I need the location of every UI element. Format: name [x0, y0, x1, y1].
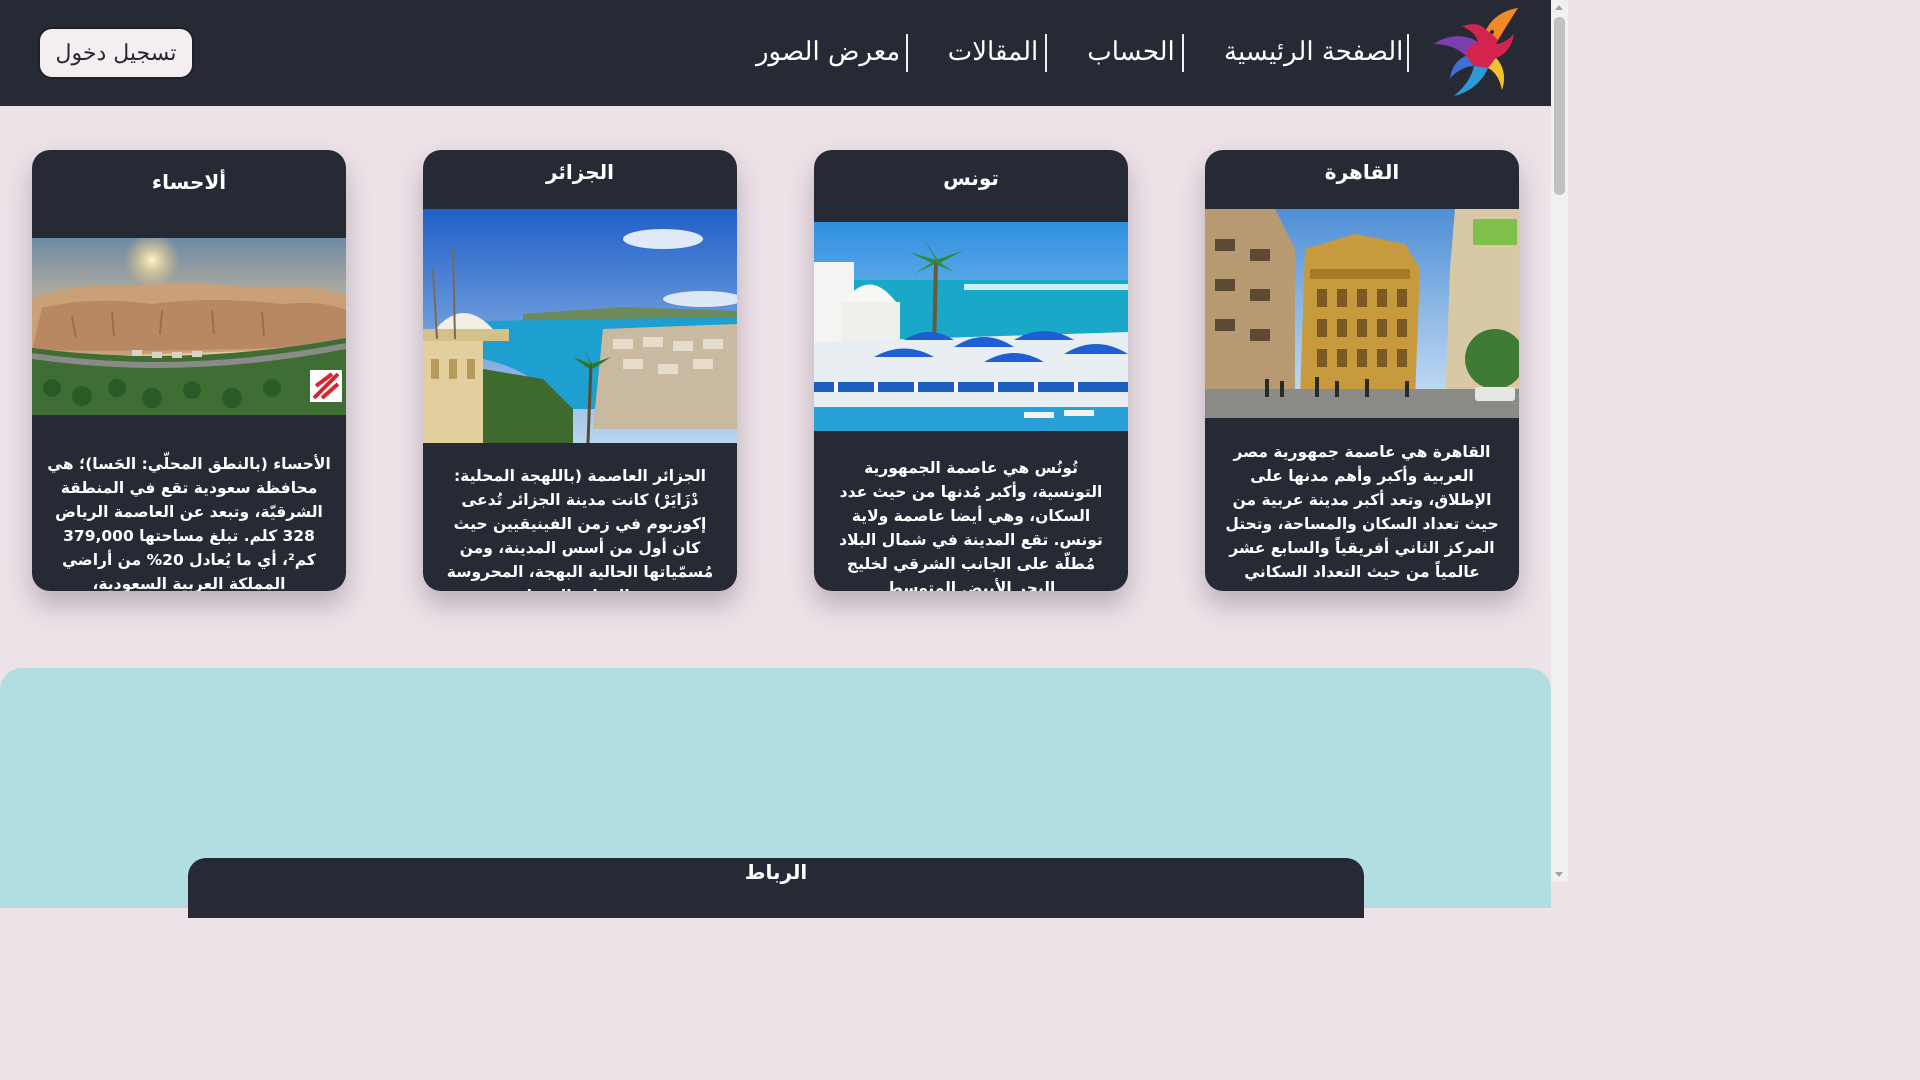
card-title: ألاحساء [151, 170, 227, 194]
vertical-scrollbar[interactable] [1551, 0, 1568, 882]
phoenix-logo-icon[interactable] [1426, 4, 1524, 100]
nav-articles-link[interactable]: المقالات [946, 30, 1040, 74]
card-description: تُونُس هي عاصمة الجمهورية التونسية، وأكب… [839, 459, 1103, 591]
nav-gallery-link[interactable]: معرض الصور [756, 30, 900, 74]
card-title: الرباط [744, 860, 808, 884]
nav-divider [1182, 34, 1184, 72]
card-description: الأحساء (بالنطق المحلّي: الحَسا)؛ هي محا… [47, 455, 331, 591]
tunis-sidi-bou-said-photo-icon [814, 222, 1128, 431]
algiers-bay-photo-icon [423, 209, 737, 443]
city-card-tunis[interactable]: تونس تُونُس هي عاصمة الجمهورية التونسية،… [814, 150, 1128, 591]
nav-account-link[interactable]: الحساب [1086, 30, 1176, 74]
nav-home-link[interactable]: الصفحة الرئيسية [1224, 30, 1403, 74]
nav-divider [1407, 34, 1409, 72]
city-card-al-ahsa[interactable]: ألاحساء الأحساء (بالنطق المحلّي: الحَسا)… [32, 150, 346, 591]
card-description: الجزائر العاصمة (باللهجة المحلية: دْزَاي… [446, 467, 714, 591]
card-title: الجزائر [545, 160, 615, 184]
scroll-down-icon[interactable] [1555, 872, 1563, 877]
site-header: الصفحة الرئيسية الحساب المقالات معرض الص… [0, 0, 1551, 106]
card-title: تونس [943, 166, 999, 190]
nav-divider [1045, 34, 1047, 72]
card-title: القاهرة [1324, 160, 1400, 184]
login-button[interactable]: تسجيل دخول [38, 27, 194, 79]
nav-divider [906, 34, 908, 72]
al-ahsa-mountain-photo-icon [32, 238, 346, 415]
city-card-algiers[interactable]: الجزائر الجزائر العاصمة (باللهجة المحلية… [423, 150, 737, 591]
city-card-rabat[interactable]: الرباط [188, 858, 1364, 918]
scrollbar-thumb[interactable] [1554, 17, 1565, 195]
cairo-street-photo-icon [1205, 209, 1519, 418]
card-description: القاهرة هي عاصمة جمهورية مصر العربية وأك… [1225, 443, 1499, 581]
city-card-cairo[interactable]: القاهرة القاهرة هي عاصمة جمهورية مصر الع… [1205, 150, 1519, 591]
scroll-up-icon[interactable] [1555, 5, 1563, 10]
